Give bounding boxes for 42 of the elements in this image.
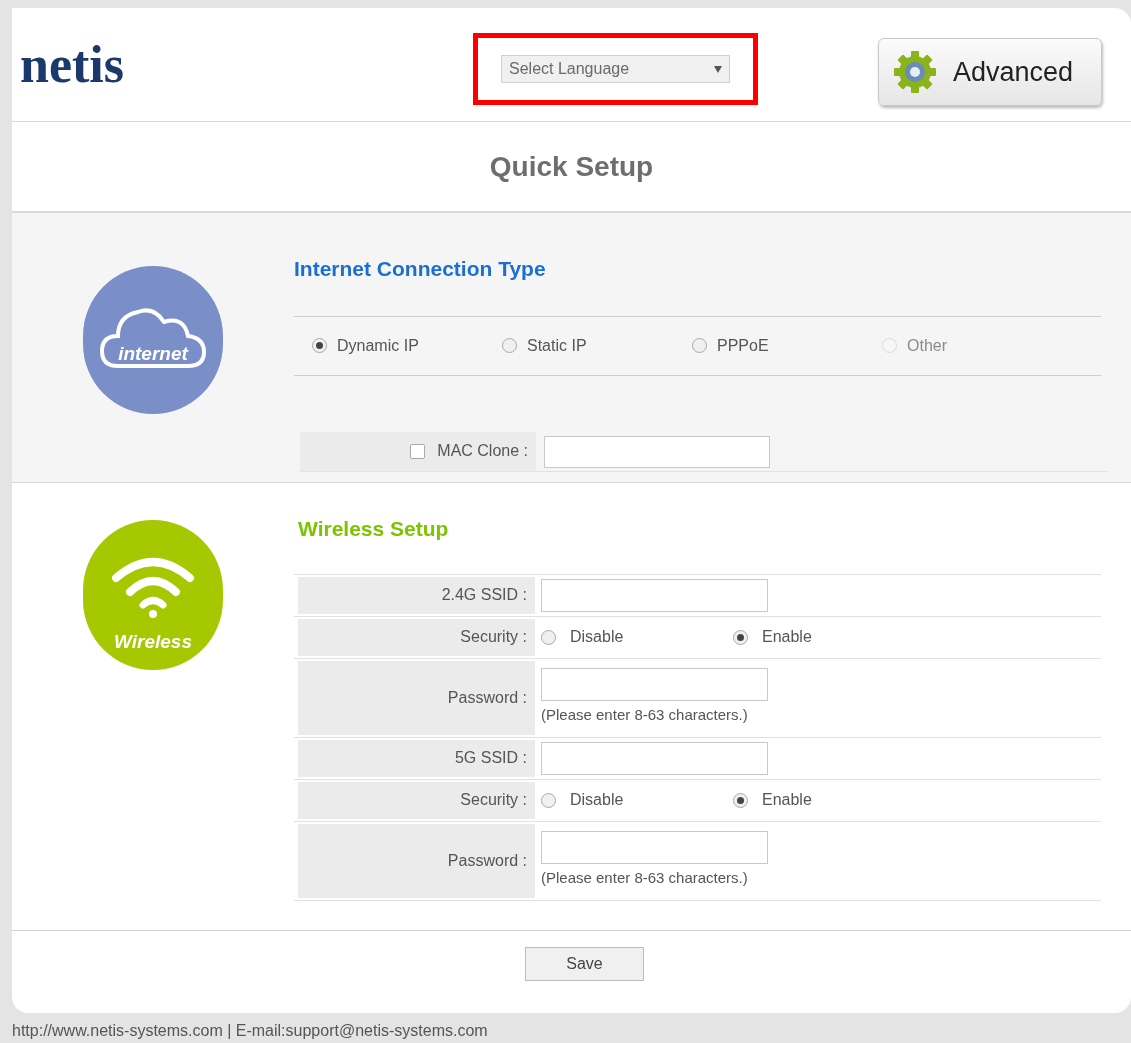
language-select[interactable]: Select Language [501, 55, 730, 83]
field-label: Password : [447, 850, 527, 871]
mac-address-field[interactable] [544, 435, 770, 468]
advanced-button[interactable]: Advanced [878, 38, 1102, 106]
field-label: 5G SSID : [454, 748, 527, 768]
radio-label: Static IP [527, 335, 587, 356]
field-label: Security : [460, 627, 527, 647]
field-label: Password : [447, 687, 527, 708]
radio-label: Disable [570, 627, 624, 647]
checkbox[interactable] [410, 443, 426, 459]
hint-text: (Please enter 8-63 characters.) [541, 705, 749, 726]
radio-button[interactable] [541, 629, 556, 645]
gear-icon [893, 50, 937, 94]
radio-button[interactable] [541, 792, 556, 808]
section-heading: Internet Connection Type [294, 256, 547, 282]
page-title: Quick Setup [489, 149, 654, 184]
text-field[interactable] [541, 668, 768, 702]
field-label: 2.4G SSID : [441, 585, 527, 605]
radio-label: PPPoE [717, 335, 769, 356]
footer-text: http://www.netis-systems.com | E-mail:support@netis-systems.com [12, 1021, 489, 1041]
radio-button[interactable] [502, 338, 517, 353]
text-field[interactable] [541, 831, 768, 865]
badge-label: internet [118, 341, 188, 366]
radio-label: Enable [762, 627, 812, 647]
text-field[interactable] [541, 578, 768, 612]
hint-text: (Please enter 8-63 characters.) [541, 868, 749, 889]
field-label: Security : [460, 790, 527, 810]
radio-button[interactable] [312, 338, 327, 353]
radio-button[interactable] [733, 629, 748, 645]
badge-label: Wireless [114, 630, 192, 654]
radio-label: Disable [570, 790, 624, 810]
section-heading: Wireless Setup [298, 516, 450, 542]
save-button[interactable]: Save [525, 947, 644, 981]
field-label: MAC Clone : [437, 441, 528, 461]
text-field[interactable] [541, 741, 768, 775]
radio-label: Other [907, 335, 947, 356]
radio-label: Dynamic IP [337, 335, 419, 356]
radio-button[interactable] [692, 338, 707, 353]
radio-label: Enable [762, 790, 812, 810]
netis-logo: netis [20, 38, 124, 91]
radio-button[interactable] [733, 792, 748, 808]
caret-icon [714, 65, 722, 73]
